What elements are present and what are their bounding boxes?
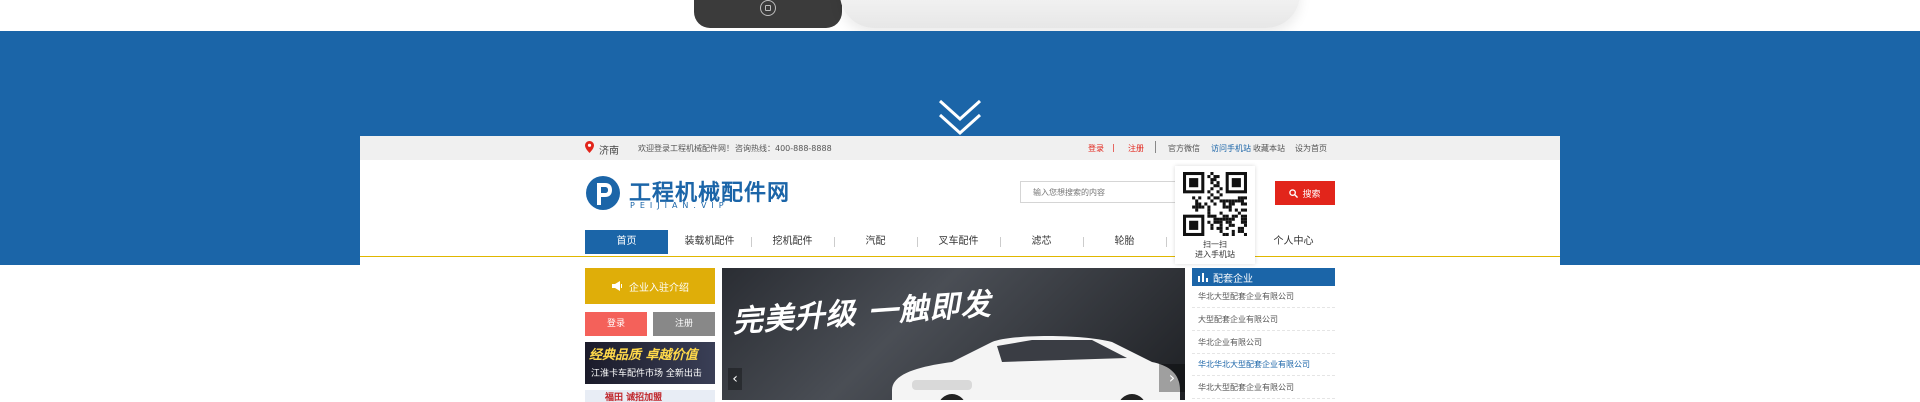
search-icon — [1289, 188, 1299, 198]
arrow-right-icon[interactable]: › — [1159, 364, 1185, 392]
nav-item-excavator-parts[interactable]: 挖机配件 — [751, 230, 834, 254]
list-item[interactable]: 华北华北大型配套企业有限公司 — [1192, 354, 1335, 376]
favorite-link[interactable]: 收藏本站 — [1253, 143, 1285, 154]
divider — [1155, 141, 1156, 153]
phone-home-button-icon — [760, 0, 776, 16]
login-button[interactable]: 登录 — [585, 312, 647, 336]
list-item[interactable]: 华北企业有限公司 — [1192, 332, 1335, 354]
qr-code-icon — [1183, 172, 1247, 236]
nav-divider — [1166, 237, 1167, 247]
ad-banner-title: 经典品质 卓越价值 — [589, 348, 698, 363]
ad-banner-subtitle: 江淮卡车配件市场 全新出击 — [591, 369, 702, 379]
monitor-graphic — [840, 0, 1300, 28]
site-container: 济南 欢迎登录工程机械配件网！ 咨询热线：400-888-8888 登录 | 注… — [585, 136, 1335, 402]
nav-item-user-center[interactable]: 个人中心 — [1252, 230, 1335, 254]
car-image — [892, 336, 1180, 400]
nav-item-home[interactable]: 首页 — [585, 230, 668, 254]
qr-popup: 扫一扫 进入手机站 — [1175, 166, 1255, 264]
pin-icon — [585, 141, 594, 153]
mobile-site-link[interactable]: 访问手机站 — [1211, 143, 1251, 154]
search-button-label: 搜索 — [1302, 189, 1321, 200]
top-login-link[interactable]: 登录 — [1088, 143, 1104, 154]
nav-item-filters[interactable]: 滤芯 — [1000, 230, 1083, 254]
top-register-link[interactable]: 注册 — [1128, 143, 1144, 154]
megaphone-icon — [612, 281, 622, 291]
list-item[interactable]: 华北大型配套企业有限公司 — [1192, 377, 1335, 399]
logo-icon[interactable] — [585, 175, 621, 211]
partner-companies-title: 配套企业 — [1213, 273, 1253, 285]
list-item[interactable]: 华北大型配套企业有限公司 — [1192, 286, 1335, 308]
main-carousel[interactable]: 完美升级 一触即发 ‹ › — [722, 268, 1185, 400]
welcome-text: 欢迎登录工程机械配件网！ — [638, 144, 734, 153]
arrow-left-icon[interactable]: ‹ — [728, 368, 742, 390]
website-preview: 济南 欢迎登录工程机械配件网！ 咨询热线：400-888-8888 登录 | 注… — [360, 136, 1560, 402]
ad-banner-truck-parts[interactable]: 经典品质 卓越价值 江淮卡车配件市场 全新出击 — [585, 342, 715, 384]
nav-item-tires[interactable]: 轮胎 — [1083, 230, 1166, 254]
ad-banner-foton-title: 福田 诚招加盟 — [605, 393, 663, 402]
chevron-down-icon[interactable] — [936, 97, 984, 139]
nav-item-loader-parts[interactable]: 装载机配件 — [668, 230, 751, 254]
official-wechat-link[interactable]: 官方微信 — [1168, 143, 1200, 154]
bar-chart-icon — [1198, 273, 1208, 282]
city-selector[interactable]: 济南 — [599, 142, 619, 157]
set-home-link[interactable]: 设为首页 — [1295, 143, 1327, 154]
search-button[interactable]: 搜索 — [1275, 181, 1335, 205]
link-separator: | — [1112, 143, 1115, 152]
hotline-text: 咨询热线：400-888-8888 — [735, 144, 832, 153]
hero-top-strip — [0, 0, 1920, 31]
ad-banner-foton[interactable]: 福田 诚招加盟 — [585, 390, 715, 402]
nav-item-forklift-parts[interactable]: 叉车配件 — [917, 230, 1000, 254]
partner-companies-header: 配套企业 — [1192, 268, 1335, 286]
list-item[interactable]: 大型配套企业有限公司 — [1192, 309, 1335, 331]
nav-item-auto-parts[interactable]: 汽配 — [834, 230, 917, 254]
register-button[interactable]: 注册 — [653, 312, 715, 336]
join-intro-label: 企业入驻介绍 — [629, 282, 689, 294]
search-input[interactable] — [1020, 181, 1184, 203]
join-intro-button[interactable]: 企业入驻介绍 — [585, 268, 715, 304]
logo-subtitle: PEIJIAN.VIP — [630, 201, 729, 210]
qr-caption-mobile: 进入手机站 — [1195, 250, 1235, 259]
